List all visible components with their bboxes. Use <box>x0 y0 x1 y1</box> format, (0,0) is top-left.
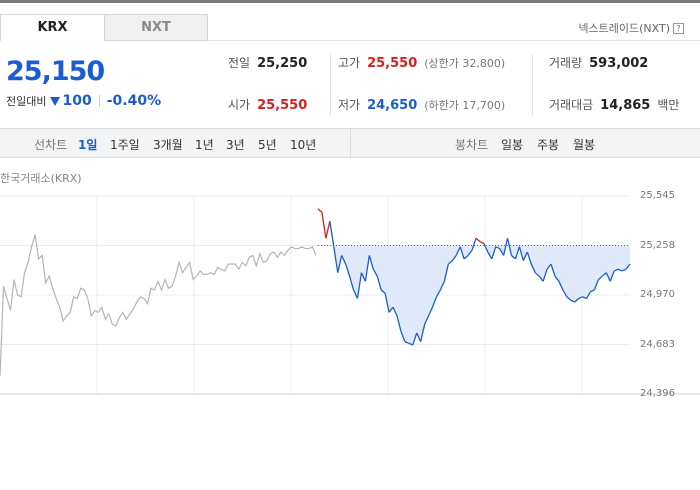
line-segment <box>321 212 327 239</box>
line-segment <box>475 237 481 243</box>
line-segment <box>317 208 323 213</box>
previous-day-line <box>0 234 317 377</box>
line-segment <box>329 220 335 247</box>
y-tick-label: 25,545 <box>640 190 675 201</box>
y-tick-label: 24,970 <box>640 289 675 300</box>
price-chart <box>0 195 700 395</box>
y-tick-label: 24,683 <box>640 338 675 350</box>
line-segment <box>471 238 477 251</box>
line-segment <box>479 241 485 244</box>
y-tick-label: 25,258 <box>640 239 675 251</box>
y-tick-label: 24,396 <box>640 388 675 399</box>
line-segment <box>325 220 331 239</box>
chart-grid <box>0 195 700 395</box>
